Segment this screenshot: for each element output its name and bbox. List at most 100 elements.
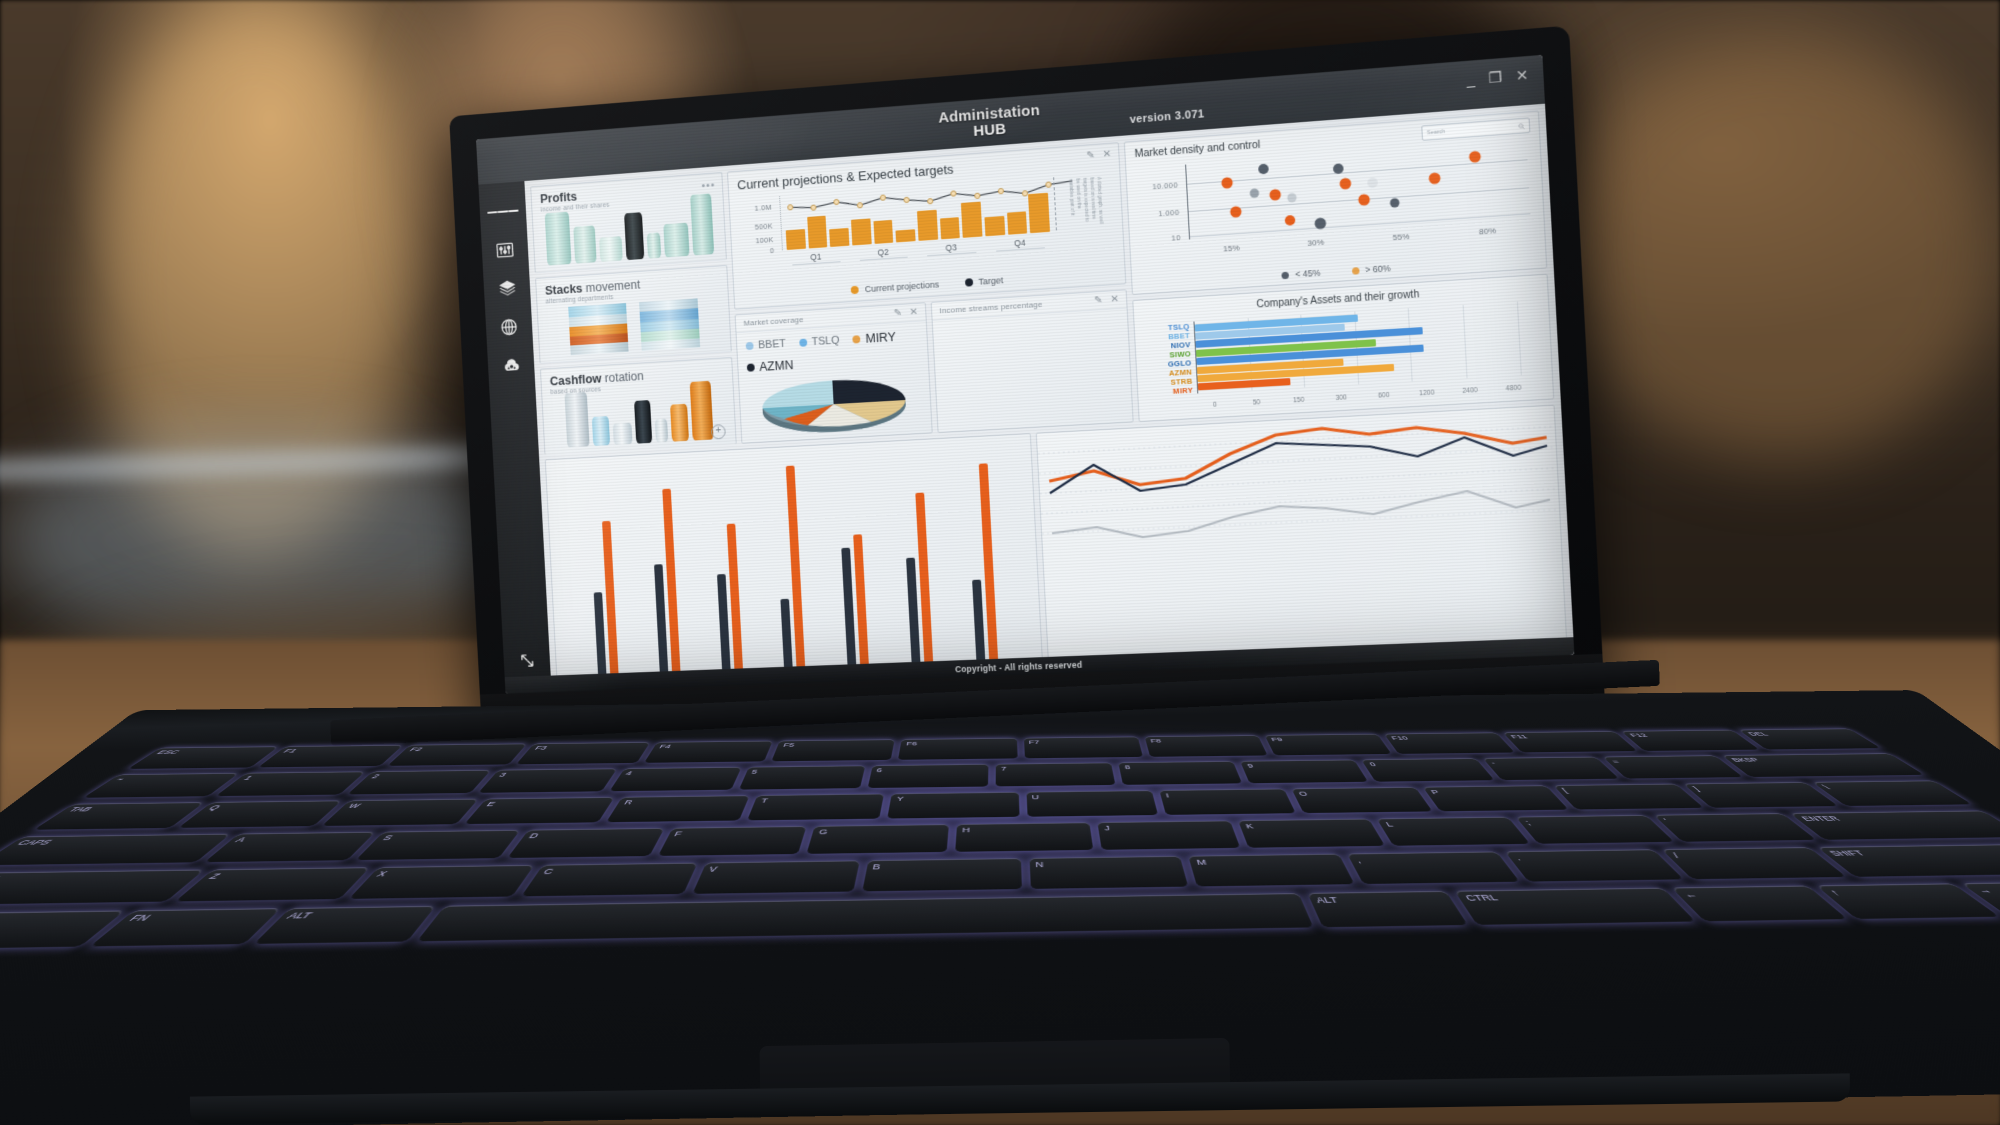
key-o[interactable]: O — [1291, 787, 1433, 814]
key-label: X — [374, 869, 391, 879]
key-space[interactable] — [416, 893, 1313, 942]
legend-label: TSLQ — [811, 334, 840, 349]
key-v[interactable]: V — [691, 860, 860, 894]
key-s[interactable]: S — [356, 829, 521, 861]
key-esc[interactable]: ESC — [127, 746, 279, 769]
maximize-button[interactable]: ❐ — [1488, 68, 1502, 86]
key-m[interactable]: M — [1188, 853, 1355, 887]
key-f3[interactable]: F3 — [516, 742, 651, 765]
key-f4[interactable]: F4 — [644, 740, 774, 763]
bar — [829, 227, 850, 248]
key-f9[interactable]: F9 — [1264, 733, 1392, 756]
key-g[interactable]: G — [806, 824, 949, 854]
legend-label: < 45% — [1294, 267, 1321, 280]
key-i[interactable]: I — [1158, 788, 1296, 815]
key-][interactable]: ] — [1683, 782, 1839, 808]
key-,[interactable]: , — [1347, 851, 1520, 885]
key-c[interactable]: C — [520, 862, 698, 897]
key-d[interactable]: D — [507, 828, 665, 858]
key-x[interactable]: X — [348, 864, 535, 899]
key-8[interactable]: 8 — [1118, 761, 1243, 785]
minimize-button[interactable]: _ — [1466, 71, 1475, 88]
assets-chart: TSLQ BBET NIOV SIWO GGLO AZMN STRB MIRY — [1149, 300, 1535, 396]
key-k[interactable]: K — [1237, 818, 1386, 848]
key-caps[interactable]: CAPS — [0, 833, 231, 866]
key-;[interactable]: ; — [1515, 815, 1674, 844]
key-f11[interactable]: F11 — [1502, 731, 1638, 753]
key-r[interactable]: R — [606, 795, 751, 823]
key-bksp[interactable]: BKSP — [1721, 753, 1925, 778]
close-icon[interactable]: ✕ — [1110, 294, 1119, 306]
key-shift[interactable]: SHIFT — [1817, 843, 2000, 877]
key-label: F1 — [281, 747, 300, 754]
key-t[interactable]: T — [747, 793, 885, 821]
key-5[interactable]: 5 — [738, 765, 866, 790]
key-alt[interactable]: ALT — [1306, 890, 1469, 928]
key-ctrl[interactable]: CTRL — [1455, 887, 1695, 925]
key-e[interactable]: E — [464, 797, 615, 825]
key-z[interactable]: Z — [175, 867, 370, 902]
key-1[interactable]: 1 — [215, 771, 366, 797]
key-2[interactable]: 2 — [347, 770, 492, 795]
key-h[interactable]: H — [954, 822, 1094, 852]
key-alt[interactable]: ALT — [253, 905, 436, 944]
equalizer-icon[interactable] — [488, 230, 521, 271]
key-label: ALT — [1314, 895, 1340, 905]
key-label: 5 — [750, 768, 759, 775]
key-.[interactable]: . — [1505, 849, 1684, 882]
legend-item[interactable]: MIRY — [852, 330, 896, 347]
key-f2[interactable]: F2 — [387, 743, 528, 766]
key-←[interactable]: ← — [1670, 885, 1848, 922]
edit-icon[interactable]: ✎ — [1086, 150, 1095, 162]
key-4[interactable]: 4 — [608, 767, 742, 792]
key-/[interactable]: / — [1661, 847, 1847, 880]
key--[interactable]: - — [1482, 756, 1619, 781]
key-[[interactable]: [ — [1553, 783, 1704, 810]
key-b[interactable]: B — [861, 858, 1022, 892]
key-w[interactable]: W — [321, 798, 479, 826]
key-f10[interactable]: F10 — [1383, 732, 1515, 754]
key-f7[interactable]: F7 — [1023, 736, 1143, 759]
key-f12[interactable]: F12 — [1620, 729, 1760, 751]
layers-icon[interactable] — [490, 268, 523, 309]
close-icon[interactable]: ✕ — [909, 307, 918, 318]
menu-icon[interactable] — [486, 191, 519, 232]
key-9[interactable]: 9 — [1240, 759, 1369, 784]
key-y[interactable]: Y — [887, 792, 1020, 819]
close-button[interactable]: ✕ — [1515, 66, 1528, 84]
key-6[interactable]: 6 — [867, 764, 989, 789]
key-label: F11 — [1509, 733, 1530, 740]
key-f[interactable]: F — [657, 826, 807, 856]
key-3[interactable]: 3 — [478, 768, 617, 793]
legend-item[interactable]: BBET — [745, 337, 786, 353]
key-f1[interactable]: F1 — [258, 745, 404, 768]
key-shift[interactable]: SHIFT — [0, 869, 205, 906]
assets-label: MIRY — [1172, 385, 1194, 396]
legend-item[interactable]: TSLQ — [798, 334, 840, 350]
key-=[interactable]: = — [1602, 755, 1743, 779]
key-f5[interactable]: F5 — [771, 739, 896, 762]
close-icon[interactable]: ✕ — [1103, 149, 1112, 161]
key-7[interactable]: 7 — [995, 762, 1116, 787]
key-j[interactable]: J — [1097, 820, 1241, 850]
key-l[interactable]: L — [1377, 816, 1531, 846]
key-a[interactable]: A — [204, 831, 376, 863]
key-label: F3 — [533, 745, 549, 751]
key-u[interactable]: U — [1025, 790, 1158, 817]
key-q[interactable]: Q — [178, 800, 342, 828]
y-tick: 1.000 — [1158, 207, 1180, 218]
key-n[interactable]: N — [1028, 855, 1189, 889]
key-f6[interactable]: F6 — [898, 738, 1018, 760]
key-0[interactable]: 0 — [1361, 758, 1494, 782]
key-del[interactable]: DEL — [1738, 728, 1881, 750]
key-'[interactable]: ' — [1653, 813, 1817, 842]
key-label: ' — [1661, 816, 1672, 825]
globe-icon[interactable] — [492, 307, 525, 348]
edit-icon[interactable]: ✎ — [1094, 295, 1103, 307]
key-enter[interactable]: ENTER — [1790, 810, 2000, 840]
cloud-network-icon[interactable] — [494, 345, 527, 385]
edit-icon[interactable]: ✎ — [893, 308, 902, 319]
key-f8[interactable]: F8 — [1144, 735, 1268, 757]
key-label: BKSP — [1729, 756, 1762, 763]
key-p[interactable]: P — [1422, 785, 1569, 812]
